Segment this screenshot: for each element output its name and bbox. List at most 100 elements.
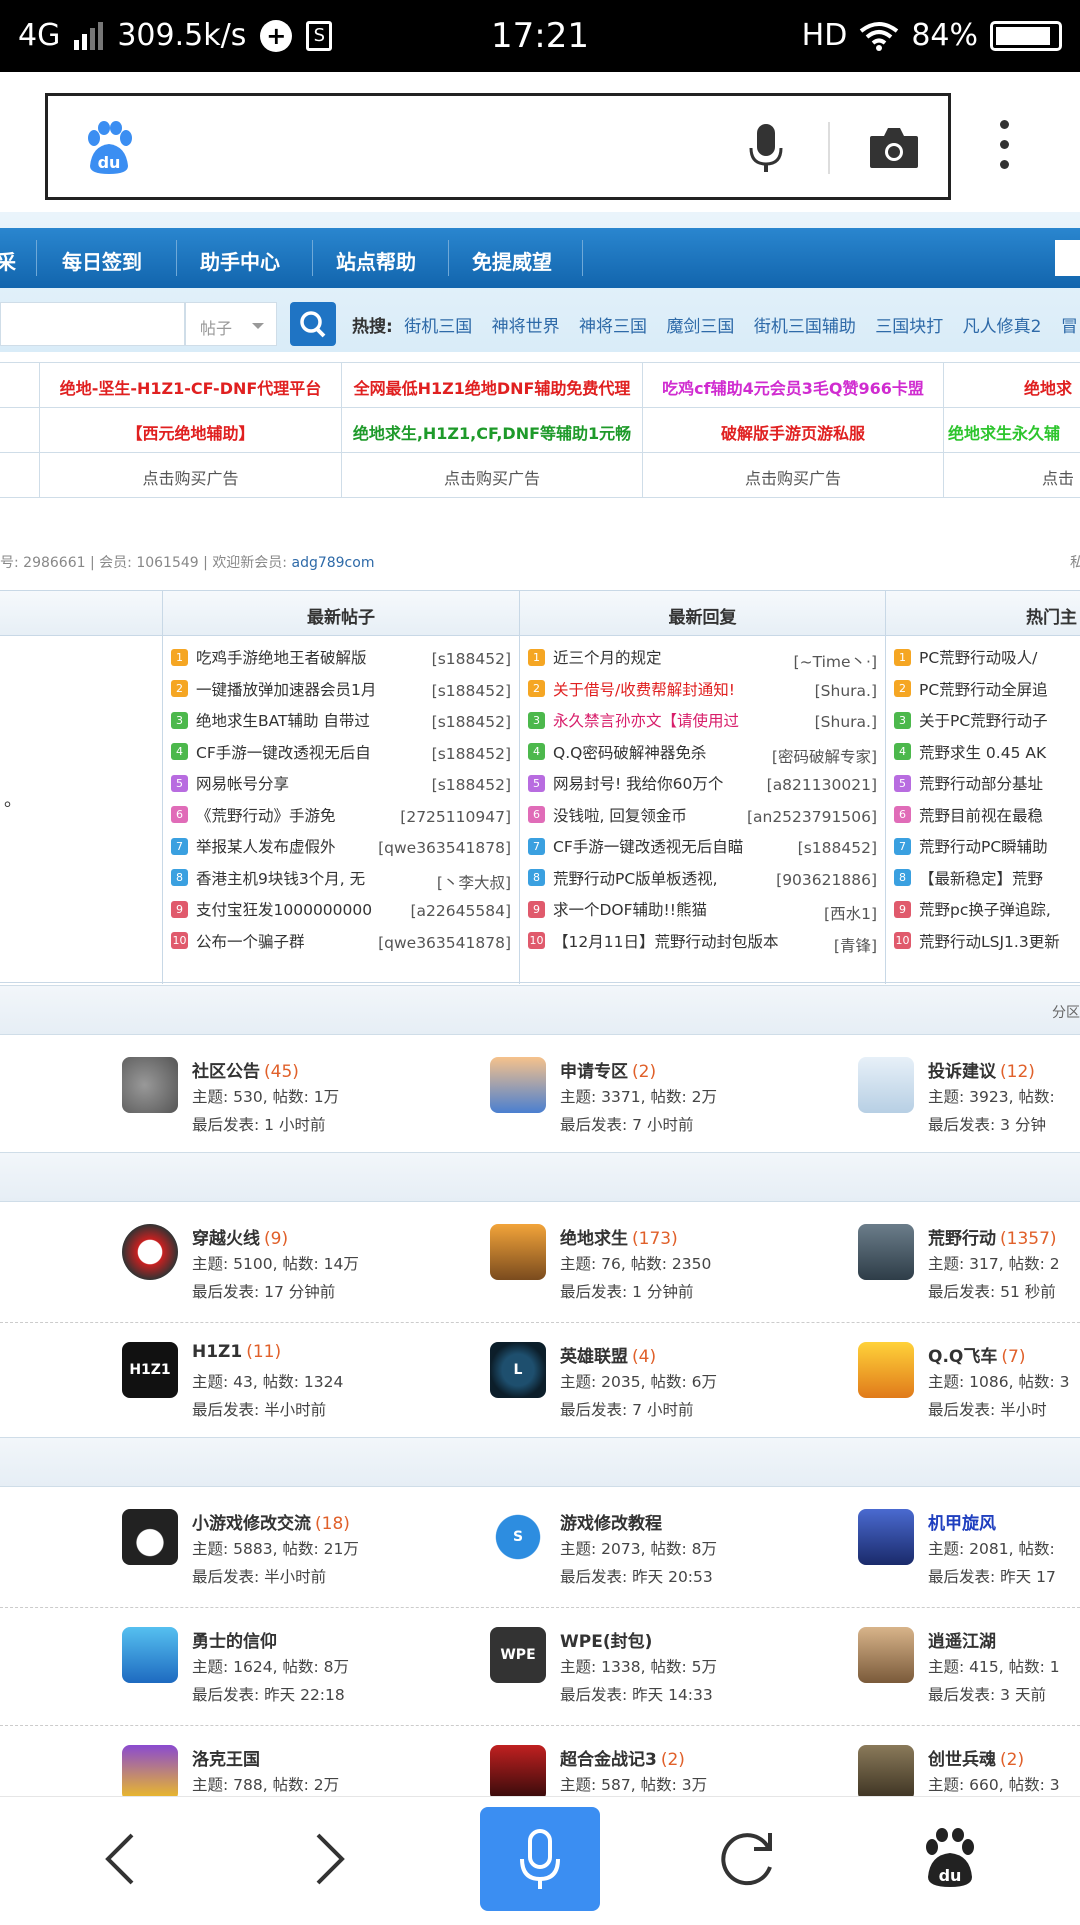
soldier-icon[interactable]: [858, 1745, 914, 1796]
list-item[interactable]: 2 一键播放弹加速器会员1月 [s188452]: [163, 678, 519, 710]
hot-term[interactable]: 凡人修真2: [963, 317, 1042, 337]
list-item-title[interactable]: 近三个月的规定: [553, 649, 662, 667]
list-item-title[interactable]: 荒野行动部分基址: [919, 775, 1043, 793]
forum-name[interactable]: 小游戏修改交流 (18): [192, 1509, 350, 1534]
forum-item[interactable]: 逍遥江湖 主题: 415, 帖数: 1 最后发表: 3 天前: [858, 1617, 1080, 1727]
forum-item[interactable]: L 英雄联盟 (4) 主题: 2035, 帖数: 6万 最后发表: 7 小时前: [490, 1332, 850, 1442]
forum-name[interactable]: 投诉建议 (12): [928, 1057, 1035, 1082]
ad-link[interactable]: 绝地求: [944, 363, 1080, 408]
list-item[interactable]: 3 关于PC荒野行动子: [886, 709, 1080, 741]
list-item[interactable]: 9 求一个DOF辅助!!熊猫 [西水1]: [520, 898, 885, 930]
forum-title[interactable]: 机甲旋风: [928, 1514, 996, 1534]
list-item-title[interactable]: 支付宝狂发1000000000: [196, 901, 372, 919]
back-button[interactable]: [60, 1797, 180, 1921]
list-item[interactable]: 6 《荒野行动》手游免 [2725110947]: [163, 804, 519, 836]
list-item-title[interactable]: 香港主机9块钱3个月, 无: [196, 870, 365, 888]
list-item[interactable]: 7 CF手游一键改透视无后自瞄 [s188452]: [520, 835, 885, 867]
forum-title[interactable]: 游戏修改教程: [560, 1514, 662, 1534]
list-item-title[interactable]: 荒野目前视在最稳: [919, 807, 1043, 825]
microphone-icon[interactable]: [748, 124, 784, 174]
forum-title[interactable]: 逍遥江湖: [928, 1632, 996, 1652]
forum-item[interactable]: 超合金战记3 (2) 主题: 587, 帖数: 3万: [490, 1735, 850, 1796]
list-item-author[interactable]: [an2523791506]: [747, 808, 877, 826]
list-item[interactable]: 3 永久禁言孙亦文【请使用过 [Shura.]: [520, 709, 885, 741]
list-item[interactable]: 8 香港主机9块钱3个月, 无 [丶李大叔]: [163, 867, 519, 899]
forum-name[interactable]: 游戏修改教程: [560, 1509, 666, 1534]
list-item[interactable]: 4 CF手游一键改透视无后自 [s188452]: [163, 741, 519, 773]
ad-link[interactable]: 绝地求生,H1Z1,CF,DNF等辅助1元畅: [342, 408, 643, 453]
reading-kid-icon[interactable]: [490, 1057, 546, 1113]
forum-item[interactable]: S 游戏修改教程 主题: 2073, 帖数: 8万 最后发表: 昨天 20:53: [490, 1499, 850, 1609]
list-item[interactable]: 1 PC荒野行动吸人/: [886, 646, 1080, 678]
list-item-author[interactable]: [青锋]: [834, 934, 877, 956]
nav-item-helper[interactable]: 助手中心: [200, 246, 280, 275]
penguin-icon[interactable]: [122, 1509, 178, 1565]
hot-term[interactable]: 冒: [1061, 317, 1078, 337]
list-item[interactable]: 9 荒野pc换子弹追踪,: [886, 898, 1080, 930]
buy-ad-link[interactable]: 点击购买广告: [342, 453, 643, 498]
ad-link[interactable]: 【西元绝地辅助】: [40, 408, 342, 453]
list-item[interactable]: 4 荒野求生 0.45 AK: [886, 741, 1080, 773]
forum-item[interactable]: 小游戏修改交流 (18) 主题: 5883, 帖数: 21万 最后发表: 半小时前: [122, 1499, 482, 1609]
pubg-icon[interactable]: [490, 1224, 546, 1280]
list-item-title[interactable]: 没钱啦, 回复领金币: [553, 807, 687, 825]
forum-item[interactable]: 社区公告 (45) 主题: 530, 帖数: 1万 最后发表: 1 小时前: [122, 1047, 482, 1157]
list-item[interactable]: 6 荒野目前视在最稳: [886, 804, 1080, 836]
list-item[interactable]: 7 举报某人发布虚假外 [qwe363541878]: [163, 835, 519, 867]
forum-item[interactable]: 申请专区 (2) 主题: 3371, 帖数: 2万 最后发表: 7 小时前: [490, 1047, 850, 1157]
hot-term[interactable]: 街机三国: [404, 317, 472, 337]
baidu-home-button[interactable]: du: [890, 1797, 1010, 1921]
skype-s-icon[interactable]: S: [490, 1509, 546, 1565]
nav-search-box[interactable]: [1055, 240, 1080, 276]
voice-search-button[interactable]: [480, 1807, 600, 1911]
list-item[interactable]: 10 荒野行动LSJ1.3更新: [886, 930, 1080, 962]
forum-name[interactable]: 创世兵魂 (2): [928, 1745, 1024, 1770]
more-vertical-icon[interactable]: [1000, 120, 1009, 169]
list-item-title[interactable]: 求一个DOF辅助!!熊猫: [553, 901, 707, 919]
hot-term[interactable]: 街机三国辅助: [754, 317, 856, 337]
forum-name[interactable]: 勇士的信仰: [192, 1627, 281, 1652]
forum-name[interactable]: 申请专区 (2): [560, 1057, 656, 1082]
forum-item[interactable]: 创世兵魂 (2) 主题: 660, 帖数: 3: [858, 1735, 1080, 1796]
forum-title[interactable]: 社区公告: [192, 1062, 260, 1082]
forum-title[interactable]: 小游戏修改交流: [192, 1514, 311, 1534]
search-type-select[interactable]: 帖子: [185, 302, 277, 346]
forum-title[interactable]: 超合金战记3: [560, 1750, 657, 1770]
ad-link[interactable]: 绝地求生永久辅: [944, 408, 1080, 453]
list-item-author[interactable]: [a22645584]: [411, 902, 512, 920]
search-input[interactable]: du: [45, 93, 951, 200]
list-item[interactable]: 7 荒野行动PC瞬辅助: [886, 835, 1080, 867]
nav-item-partial[interactable]: 采: [0, 246, 16, 275]
list-item[interactable]: 9 支付宝狂发1000000000 [a22645584]: [163, 898, 519, 930]
site-search-button[interactable]: [290, 302, 336, 346]
forum-name[interactable]: H1Z1 (11): [192, 1342, 281, 1362]
list-item-title[interactable]: 【最新稳定】荒野: [919, 870, 1043, 888]
forum-name[interactable]: Q.Q飞车 (7): [928, 1342, 1025, 1367]
forward-button[interactable]: [270, 1797, 390, 1921]
list-item[interactable]: 3 绝地求生BAT辅助 自带过 [s188452]: [163, 709, 519, 741]
roco-icon[interactable]: [122, 1745, 178, 1796]
forum-item[interactable]: 勇士的信仰 主题: 1624, 帖数: 8万 最后发表: 昨天 22:18: [122, 1617, 482, 1727]
new-member-link[interactable]: adg789com: [291, 555, 374, 571]
list-item-title[interactable]: CF手游一键改透视无后自瞄: [553, 838, 743, 856]
forum-title[interactable]: 投诉建议: [928, 1062, 996, 1082]
list-item-author[interactable]: [Shura.]: [815, 713, 877, 731]
list-item-author[interactable]: [s188452]: [432, 650, 511, 668]
forum-title[interactable]: 荒野行动: [928, 1229, 996, 1249]
forum-item[interactable]: 机甲旋风 主题: 2081, 帖数: 最后发表: 昨天 17: [858, 1499, 1080, 1609]
forum-title[interactable]: 洛克王国: [192, 1750, 260, 1770]
forum-item[interactable]: 洛克王国 主题: 788, 帖数: 2万: [122, 1735, 482, 1796]
list-item[interactable]: 5 网易帐号分享 [s188452]: [163, 772, 519, 804]
buy-ad-link[interactable]: 点击购买广告: [40, 453, 342, 498]
list-item-title[interactable]: PC荒野行动吸人/: [919, 649, 1037, 667]
list-item[interactable]: 4 Q.Q密码破解神器免杀 [密码破解专家]: [520, 741, 885, 773]
list-item[interactable]: 2 关于借号/收费帮解封通知! [Shura.]: [520, 678, 885, 710]
list-item-title[interactable]: PC荒野行动全屏追: [919, 681, 1048, 699]
list-item-title[interactable]: 永久禁言孙亦文【请使用过: [553, 712, 739, 730]
list-item[interactable]: 6 没钱啦, 回复领金币 [an2523791506]: [520, 804, 885, 836]
forum-title[interactable]: 绝地求生: [560, 1229, 628, 1249]
forum-title[interactable]: 勇士的信仰: [192, 1632, 277, 1652]
list-item[interactable]: 10 公布一个骗子群 [qwe363541878]: [163, 930, 519, 962]
speaker-icon[interactable]: [122, 1057, 178, 1113]
list-item-title[interactable]: 公布一个骗子群: [196, 933, 305, 951]
